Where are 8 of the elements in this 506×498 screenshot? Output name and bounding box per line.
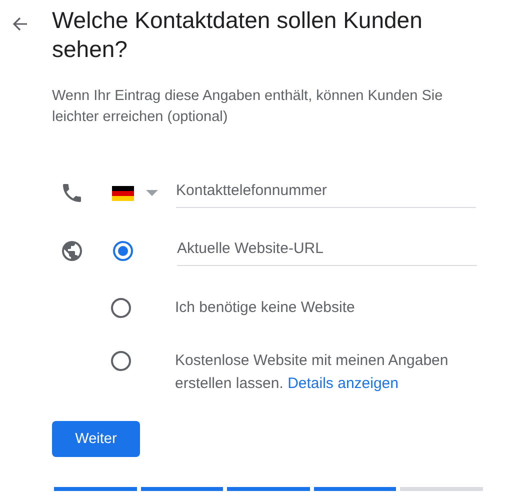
website-url-field[interactable]: Aktuelle Website-URL — [177, 236, 477, 266]
option-label: Kostenlose Website mit meinen Angaben erstellen lassen. Details anzeigen — [175, 351, 450, 394]
subtitle: Wenn Ihr Eintrag diese Angaben enthält, können Kunden Sie leichter erreichen (optional) — [52, 87, 444, 127]
next-button[interactable]: Weiter — [52, 421, 140, 457]
page-title: Welche Kontaktdaten sollen Kunden sehen? — [52, 6, 424, 64]
phone-field[interactable]: Kontakttelefonnummer — [176, 178, 476, 208]
details-link[interactable]: Details anzeigen — [288, 375, 398, 392]
option-label: Ich benötige keine Website — [175, 298, 356, 318]
